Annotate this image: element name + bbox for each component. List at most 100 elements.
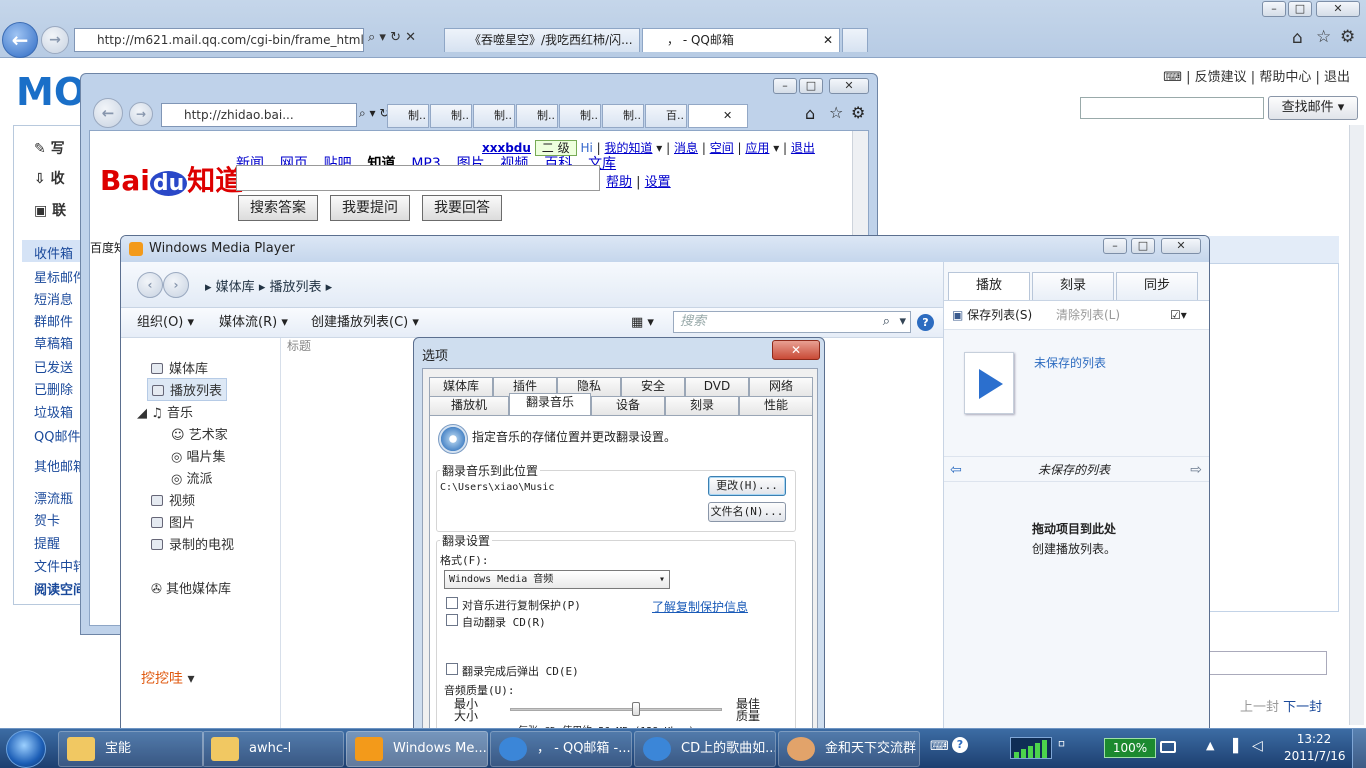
bd-tab-active[interactable]: ✕	[688, 104, 748, 128]
folder-drafts[interactable]: 草稿箱	[34, 333, 73, 352]
dlg-tab-network[interactable]: 网络	[749, 377, 813, 396]
tree-album[interactable]: ◎ 唱片集	[171, 446, 226, 465]
bd-settings-link[interactable]: 设置	[645, 175, 671, 190]
learn-copy-protection-link[interactable]: 了解复制保护信息	[652, 598, 748, 615]
folder-starred[interactable]: 星标邮件	[34, 267, 86, 286]
folder-inbox[interactable]: 收件箱	[34, 243, 73, 262]
wmp-search-box[interactable]: 搜索 ⌕ ▾	[673, 311, 911, 333]
taskbar-folder-awhc[interactable]: awhc-l	[202, 731, 344, 767]
wmp-create-playlist-menu[interactable]: 创建播放列表(C) ▾	[311, 308, 419, 337]
tray-expand-icon[interactable]: ▲	[1206, 739, 1214, 752]
folder-deleted[interactable]: 已删除	[34, 379, 73, 398]
close-tab-icon[interactable]: ✕	[823, 29, 833, 51]
dlg-tab-player[interactable]: 播放机	[429, 396, 509, 415]
bd-minimize-button[interactable]: –	[773, 78, 797, 94]
bd-home-icon[interactable]: ⌂	[805, 104, 815, 123]
minimize-button[interactable]: –	[1262, 1, 1286, 17]
save-list-button[interactable]: ▣ 保存列表(S)	[952, 301, 1032, 329]
next-mail-link[interactable]: 下一封	[1283, 700, 1322, 715]
bd-tab-2[interactable]: 制..	[430, 104, 472, 128]
close-button[interactable]: ✕	[1316, 1, 1360, 17]
next-list-icon[interactable]: ⇨	[1190, 457, 1202, 483]
show-desktop-button[interactable]	[1352, 729, 1366, 768]
receive-action[interactable]: ⇩ 收	[34, 168, 65, 188]
mail-scrollbar[interactable]	[1349, 125, 1364, 725]
taskbar-wmp[interactable]: Windows Me...	[346, 731, 488, 767]
dlg-tab-burn[interactable]: 刻录	[665, 396, 739, 415]
gear-icon[interactable]: ⚙	[1340, 27, 1355, 47]
dialog-close-button[interactable]: ✕	[772, 340, 820, 360]
tree-pictures[interactable]: 图片	[151, 512, 195, 531]
bd-back-button[interactable]: ←	[93, 98, 123, 128]
tray-keyboard-icon[interactable]: ⌨	[930, 739, 949, 754]
taskbar-ie-cd[interactable]: CD上的歌曲如...	[634, 731, 776, 767]
bd-space[interactable]: 空间	[710, 141, 734, 155]
keyboard-icon[interactable]: ⌨	[1163, 70, 1182, 85]
unsaved-list-link[interactable]: 未保存的列表	[1034, 354, 1106, 371]
taskbar-ie-qqmail[interactable]: ， - QQ邮箱 -...	[490, 731, 632, 767]
eject-checkbox[interactable]	[446, 663, 458, 675]
tree-library[interactable]: 媒体库	[151, 358, 208, 377]
wmp-crumb-library[interactable]: 媒体库	[216, 280, 255, 295]
folder-reading[interactable]: 阅读空间	[34, 579, 86, 598]
folder-transfer[interactable]: 文件中转	[34, 556, 86, 575]
folder-card[interactable]: 贺卡	[34, 510, 60, 529]
bd-tab-3[interactable]: 制..	[473, 104, 515, 128]
logout-link[interactable]: 退出	[1324, 70, 1350, 85]
search-mail-button[interactable]: 查找邮件 ▾	[1268, 96, 1358, 120]
tray-help-icon[interactable]: ?	[952, 737, 968, 753]
folder-spam[interactable]: 垃圾箱	[34, 402, 73, 421]
contacts-action[interactable]: ▣ 联	[34, 200, 66, 220]
tree-video[interactable]: 视频	[151, 490, 195, 509]
bd-close-button[interactable]: ✕	[829, 78, 869, 94]
tree-playlists[interactable]: 播放列表	[147, 378, 228, 401]
bd-messages[interactable]: 消息	[674, 141, 698, 155]
start-button[interactable]	[6, 730, 46, 768]
bd-forward-button[interactable]: →	[129, 102, 153, 126]
tree-genre[interactable]: ◎ 流派	[171, 468, 213, 487]
tree-artist[interactable]: ☺ 艺术家	[171, 424, 228, 443]
bd-maximize-button[interactable]: □	[799, 78, 823, 94]
bd-gear-icon[interactable]: ⚙	[851, 103, 865, 122]
folder-sent[interactable]: 已发送	[34, 357, 73, 376]
dlg-tab-rip-music[interactable]: 翻录音乐	[509, 393, 591, 415]
wmp-column-header[interactable]: 标题	[287, 338, 311, 354]
dlg-tab-security[interactable]: 安全	[621, 377, 685, 396]
folder-sms[interactable]: 短消息	[34, 289, 73, 308]
help-icon[interactable]: ?	[917, 314, 934, 331]
folder-bottle[interactable]: 漂流瓶	[34, 488, 73, 507]
bd-close-tab-icon[interactable]: ✕	[723, 109, 732, 122]
folder-group[interactable]: 群邮件	[34, 311, 73, 330]
wmp-maximize-button[interactable]: □	[1131, 238, 1155, 254]
tree-music[interactable]: ◢ ♫ 音乐	[137, 402, 193, 421]
tray-clock[interactable]: 13:22 2011/7/16	[1284, 731, 1346, 765]
tab-novel[interactable]: 《吞噬星空》/我吃西红柿/闪...	[444, 28, 640, 52]
dlg-tab-performance[interactable]: 性能	[739, 396, 813, 415]
bd-tab-5[interactable]: 制..	[559, 104, 601, 128]
dlg-tab-dvd[interactable]: DVD	[685, 377, 749, 396]
maximize-button[interactable]: □	[1288, 1, 1312, 17]
bd-tab-6[interactable]: 制..	[602, 104, 644, 128]
compose-action[interactable]: ✎ 写	[34, 138, 65, 158]
wmp-stream-menu[interactable]: 媒体流(R) ▾	[219, 308, 288, 337]
wmp-back-button[interactable]: ‹	[137, 272, 163, 298]
wmp-tab-burn[interactable]: 刻录	[1032, 272, 1114, 300]
wmp-minimize-button[interactable]: –	[1103, 238, 1127, 254]
home-icon[interactable]: ⌂	[1292, 28, 1303, 48]
volume-icon[interactable]: ◁	[1252, 738, 1263, 754]
help-link[interactable]: 帮助中心	[1259, 70, 1311, 85]
bd-search-input[interactable]	[236, 165, 600, 191]
quality-slider[interactable]	[510, 702, 722, 716]
bd-favorites-icon[interactable]: ☆	[829, 103, 843, 122]
prev-mail-link[interactable]: 上一封	[1240, 700, 1279, 715]
feedback-link[interactable]: 反馈建议	[1195, 70, 1247, 85]
change-location-button[interactable]: 更改(H)...	[708, 476, 786, 496]
dlg-tab-library[interactable]: 媒体库	[429, 377, 493, 396]
wmp-tab-play[interactable]: 播放	[948, 272, 1030, 300]
bd-address-bar[interactable]: http://zhidao.bai...	[161, 103, 357, 127]
view-options-icon[interactable]: ▦ ▾	[631, 308, 654, 337]
taskbar-qq-group[interactable]: 金和天下交流群	[778, 731, 920, 767]
bd-tab-7[interactable]: 百..	[645, 104, 687, 128]
wmp-tab-sync[interactable]: 同步	[1116, 272, 1198, 300]
tray-antenna-icon[interactable]: ⸋	[1058, 737, 1065, 756]
